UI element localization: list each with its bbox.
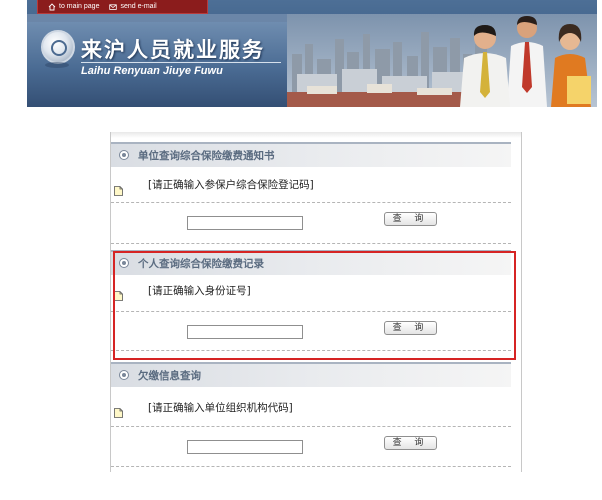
logo-shadow <box>45 62 69 68</box>
section-divider <box>111 426 511 427</box>
section-header: 个人查询综合保险缴费记录 <box>111 250 511 275</box>
id-number-input[interactable] <box>187 325 303 339</box>
section-divider <box>111 243 511 244</box>
main-page-link[interactable]: to main page <box>48 2 100 11</box>
section-title: 单位查询综合保险缴费通知书 <box>138 150 275 162</box>
section-bullet-icon <box>119 370 129 380</box>
section-divider <box>111 466 511 467</box>
section-divider <box>111 202 511 203</box>
home-icon <box>48 2 56 10</box>
section-hint: [请正确输入单位组织机构代码] <box>148 402 293 414</box>
section-divider <box>111 350 511 351</box>
document-icon <box>114 186 123 196</box>
site-subtitle: Laihu Renyuan Jiuye Fuwu <box>81 65 223 77</box>
mail-icon <box>109 3 118 10</box>
section-hint: [请正确输入参保户综合保险登记码] <box>148 179 314 191</box>
section-divider <box>111 311 511 312</box>
org-code-input[interactable] <box>187 440 303 454</box>
logo-emblem-icon <box>41 30 75 64</box>
site-title: 来沪人员就业服务 <box>81 38 265 62</box>
section-title: 欠缴信息查询 <box>138 370 201 382</box>
query-button[interactable]: 查 询 <box>384 212 437 226</box>
section-header: 单位查询综合保险缴费通知书 <box>111 142 511 167</box>
query-button[interactable]: 查 询 <box>384 321 437 335</box>
send-email-link[interactable]: send e-mail <box>109 3 157 11</box>
send-email-link-label: send e-mail <box>120 3 157 10</box>
business-people-image <box>460 16 591 107</box>
section-header: 欠缴信息查询 <box>111 362 511 387</box>
main-page-link-label: to main page <box>59 3 100 10</box>
section-title: 个人查询综合保险缴费记录 <box>138 258 264 270</box>
query-panel: 单位查询综合保险缴费通知书 [请正确输入参保户综合保险登记码] 查 询 个人查询… <box>110 132 522 472</box>
section-bullet-icon <box>119 258 129 268</box>
registration-code-input[interactable] <box>187 216 303 230</box>
site-banner: 来沪人员就业服务 Laihu Renyuan Jiuye Fuwu to mai… <box>27 0 597 107</box>
document-icon <box>114 408 123 418</box>
top-nav-bar: to main page send e-mail <box>37 0 208 14</box>
title-divider <box>81 62 281 63</box>
document-icon <box>114 291 123 301</box>
query-button[interactable]: 查 询 <box>384 436 437 450</box>
section-bullet-icon <box>119 150 129 160</box>
section-hint: [请正确输入身份证号] <box>148 285 251 297</box>
